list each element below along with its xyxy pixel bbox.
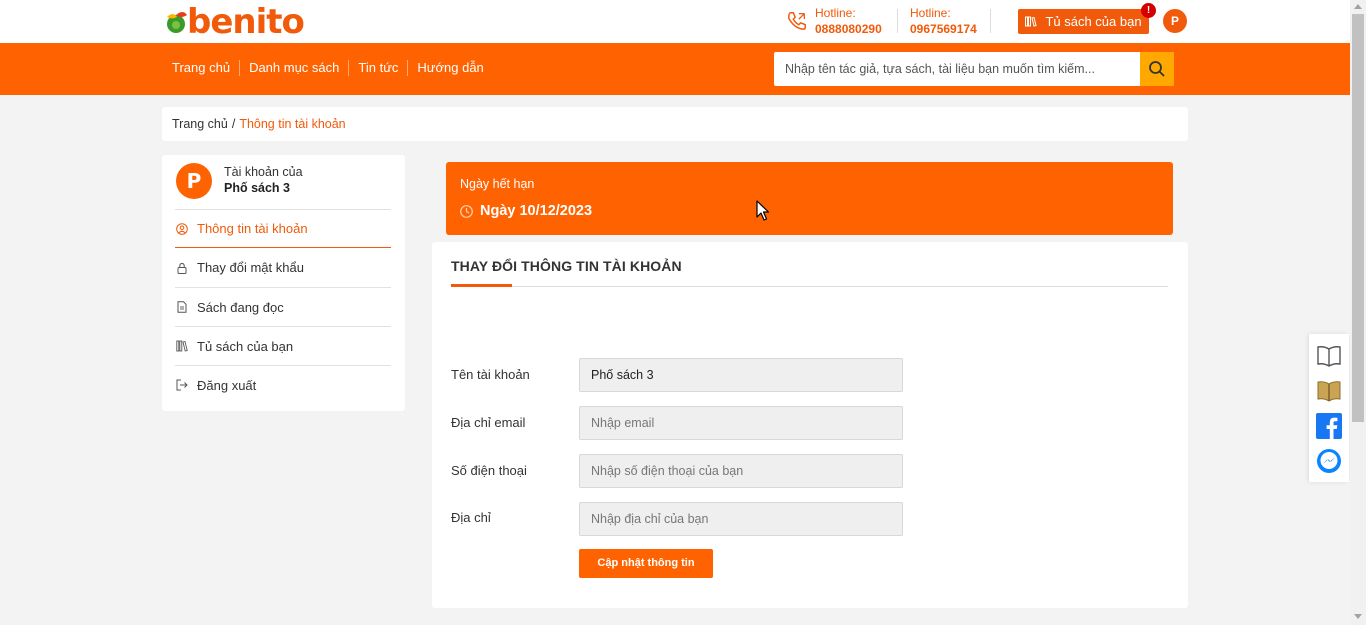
phone-field[interactable] [579,454,903,488]
breadcrumb-current: Thông tin tài khoản [239,117,346,131]
sidebar-item-bookshelf[interactable]: Tủ sách của bạn [175,326,391,365]
closed-book-button[interactable] [1315,377,1343,405]
email-label: Địa chỉ email [451,415,526,430]
hotline-1[interactable]: Hotline: 0888080290 [815,5,882,37]
sidebar-item-logout[interactable]: Đăng xuất [175,365,391,404]
nav-item-home[interactable]: Trang chủ [163,60,239,76]
sidebar-item-label: Thông tin tài khoản [197,221,308,236]
scroll-down-arrow-icon[interactable] [1354,614,1362,619]
phone-icon [788,12,806,30]
notification-badge: ! [1141,3,1156,18]
breadcrumb: Trang chủ / Thông tin tài khoản [162,107,1188,141]
clock-icon [460,204,473,218]
hotline-number: 0967569174 [910,22,977,36]
expiry-card: Ngày hết hạn Ngày 10/12/2023 [446,162,1173,235]
username-field[interactable] [579,358,903,392]
logo-text: benito [187,2,305,42]
sidebar-item-account-info[interactable]: Thông tin tài khoản [175,209,391,248]
hotline-2[interactable]: Hotline: 0967569174 [910,5,977,37]
form-title: THAY ĐỔI THÔNG TIN TÀI KHOẢN [451,258,682,274]
address-field[interactable] [579,502,903,536]
nav-menu: Trang chủ Danh mục sách Tin tức Hướng dẫ… [163,60,493,76]
hotline-label: Hotline: [815,6,856,20]
user-circle-icon [176,222,188,235]
title-accent-bar [451,284,512,287]
phone-label: Số điện thoại [451,463,527,478]
sidebar-item-reading-books[interactable]: Sách đang đọc [175,287,391,326]
search-button[interactable] [1140,52,1174,86]
closed-book-icon [1317,380,1341,402]
breadcrumb-home[interactable]: Trang chủ [172,117,228,131]
floating-widget-bar [1309,334,1349,482]
nav-item-news[interactable]: Tin tức [348,60,407,76]
search-box [774,52,1174,86]
logo-leaf-icon [167,12,187,33]
document-icon [177,301,187,313]
nav-item-categories[interactable]: Danh mục sách [239,60,348,76]
hotline-number: 0888080290 [815,22,882,36]
search-icon [1149,61,1165,77]
scrollbar-thumb[interactable] [1352,14,1364,422]
logout-icon [176,379,188,391]
bookshelf-button[interactable]: Tủ sách của bạn [1018,9,1149,34]
page-scrollbar[interactable] [1350,0,1366,625]
sidebar-item-label: Đăng xuất [197,377,257,393]
account-owner-label: Tài khoản của [224,165,303,179]
sidebar-avatar: P [176,163,212,199]
email-field[interactable] [579,406,903,440]
username-label: Tên tài khoản [451,367,530,382]
open-book-icon [1317,345,1341,367]
update-info-button[interactable]: Cập nhật thông tin [579,549,713,578]
expiry-label: Ngày hết hạn [460,177,535,191]
account-form-card: THAY ĐỔI THÔNG TIN TÀI KHOẢN Tên tài kho… [432,242,1188,608]
sidebar-item-label: Thay đổi mật khẩu [197,260,304,275]
bookshelf-icon [1025,16,1038,27]
sidebar-menu: Thông tin tài khoản Thay đổi mật khẩu Sá… [175,209,391,404]
lock-icon [177,262,187,274]
top-header: benito Hotline: 0888080290 Hotline: 0967… [0,0,1350,43]
breadcrumb-separator: / [231,117,236,131]
address-label: Địa chỉ [451,510,491,525]
messenger-button[interactable] [1315,447,1343,475]
sidebar-item-label: Sách đang đọc [197,299,284,315]
search-input[interactable] [774,52,1140,86]
bookshelf-icon [176,340,188,352]
site-logo[interactable]: benito [163,2,305,42]
facebook-button[interactable] [1315,412,1343,440]
user-avatar[interactable]: P [1163,9,1187,33]
account-owner-name: Phố sách 3 [224,181,290,195]
sidebar-item-label: Tủ sách của bạn [197,338,294,354]
bookshelf-button-label: Tủ sách của bạn [1045,14,1142,29]
divider [897,9,898,33]
divider [990,9,991,33]
nav-item-guide[interactable]: Hướng dẫn [407,60,492,76]
mouse-cursor-icon [756,200,770,221]
scroll-up-arrow-icon[interactable] [1354,4,1362,9]
expiry-date: Ngày 10/12/2023 [460,203,592,219]
facebook-icon [1316,412,1342,439]
account-sidebar: P Tài khoản của Phố sách 3 Thông tin tài… [162,155,405,411]
hotline-label: Hotline: [910,6,951,20]
title-divider [451,286,1168,287]
messenger-icon [1317,448,1341,473]
expiry-date-value: Ngày 10/12/2023 [480,203,593,219]
sidebar-item-change-password[interactable]: Thay đổi mật khẩu [175,248,391,287]
open-book-button[interactable] [1315,342,1343,370]
